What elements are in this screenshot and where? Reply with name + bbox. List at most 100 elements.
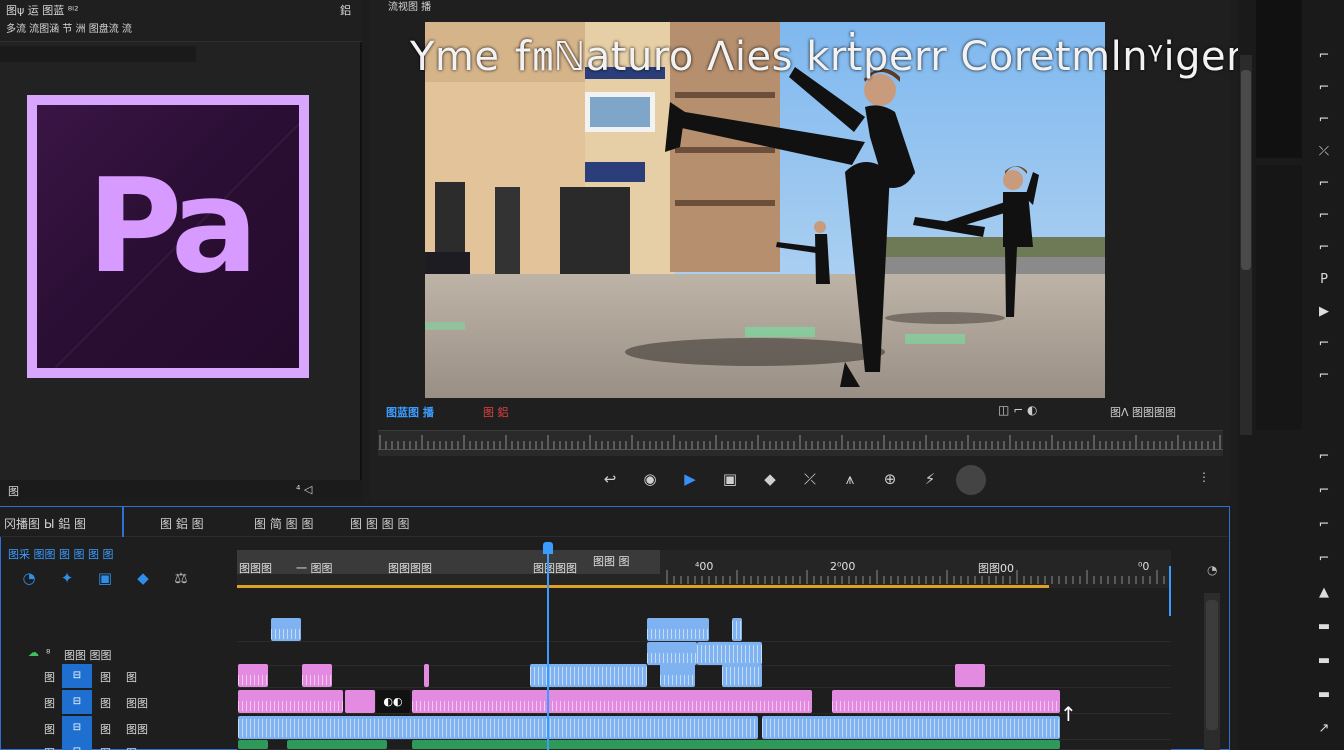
ruler-label: 一 图图 <box>296 562 333 575</box>
loop-button[interactable]: ◉ <box>630 462 670 496</box>
audio-clip[interactable] <box>762 716 1060 739</box>
track-target-toggle[interactable]: ⊟ <box>62 690 92 714</box>
track-name: 图 <box>44 723 55 736</box>
tool-icon[interactable]: ⌐ <box>1306 200 1342 232</box>
project-panel-footer: 图 ⁴ ◁ <box>0 480 362 500</box>
wrench-icon[interactable]: ◆ <box>124 569 162 587</box>
work-area-bar[interactable] <box>237 585 1049 588</box>
timeline-clip[interactable] <box>238 664 268 687</box>
timeline-clip[interactable] <box>660 664 695 687</box>
timeline-clip[interactable] <box>832 690 1060 713</box>
fit-zoom-label[interactable]: 图 鋁 <box>483 404 509 420</box>
tool-icon[interactable]: ⌐ <box>1306 360 1342 392</box>
monitor-scrollbar-thumb[interactable] <box>1241 70 1251 270</box>
add-marker-icon[interactable]: ▣ <box>86 569 124 587</box>
track-target-toggle[interactable]: ⊟ <box>62 716 92 740</box>
project-search-bar[interactable] <box>0 46 196 62</box>
track-lane-v1: ◐◐ <box>237 690 1171 714</box>
step-back-button[interactable]: ↩ <box>590 462 630 496</box>
tool-icon[interactable]: ⌐ <box>1306 232 1342 264</box>
track-label-2: 图图 <box>126 723 148 736</box>
timeline-clip[interactable] <box>732 618 742 641</box>
track-header-a2[interactable]: 图 ⊟ 图 图 <box>0 740 236 750</box>
export-frame-button[interactable]: ⚡ <box>910 462 950 496</box>
meter-icon[interactable]: ▬ <box>1306 610 1342 644</box>
ruler-label: ⁴00 <box>695 560 714 573</box>
timeline-playhead[interactable] <box>547 544 549 750</box>
captions-icon[interactable]: ⚖ <box>162 569 200 587</box>
tool-icon[interactable]: ⌐ <box>1306 168 1342 200</box>
mouse-cursor: ↑ <box>1060 702 1077 726</box>
timeline-clip[interactable] <box>424 664 429 687</box>
playhead-handle[interactable] <box>543 542 553 554</box>
marker-button[interactable]: ◆ <box>750 462 790 496</box>
tab-sequence[interactable]: 冈播图 Ы 鋁 图 <box>4 515 86 532</box>
lift-button[interactable]: ⤫ <box>790 462 830 496</box>
tab-markers[interactable]: 图 简 图 图 <box>254 515 313 532</box>
duration-timecode: 图Λ 图图图图 <box>1110 406 1177 419</box>
timeline-clip[interactable] <box>238 690 343 713</box>
timeline-clip[interactable] <box>722 664 762 687</box>
ruler-settings-icon[interactable]: ◔ <box>1207 563 1217 577</box>
track-header-a1[interactable]: 图 ⊟ 图 图图 <box>0 716 236 740</box>
timeline-clip[interactable] <box>302 664 332 687</box>
audio-clip[interactable] <box>238 716 758 739</box>
timeline-clip[interactable] <box>647 642 697 665</box>
timeline-clip[interactable] <box>697 642 762 665</box>
record-button[interactable] <box>956 464 986 495</box>
track-target-toggle[interactable]: ⊟ <box>62 740 92 750</box>
project-header-line2[interactable]: 多流 流图涵 节 洲 图盘流 流 <box>6 20 132 35</box>
linked-selection-icon[interactable]: ✦ <box>48 569 86 587</box>
tab-history[interactable]: 图 图 图 图 <box>350 515 409 532</box>
play-button[interactable]: ▶ <box>670 462 710 496</box>
clip-badge[interactable]: ◐◐ <box>376 690 410 713</box>
track-lane-v2 <box>237 664 1171 688</box>
track-header-v1[interactable]: 图 ⊟ 图 图图 <box>0 690 236 714</box>
tool-icon[interactable]: ⌐ <box>1306 440 1342 474</box>
track-header-v2[interactable]: 图 ⊟ 图 图 <box>0 664 236 688</box>
audio-clip[interactable] <box>412 740 1060 749</box>
tool-icon[interactable]: ⌐ <box>1306 508 1342 542</box>
tab-effects[interactable]: 图 鋁 图 <box>160 515 204 532</box>
timeline-clip[interactable] <box>955 664 985 687</box>
timeline-scrollbar-thumb[interactable] <box>1206 600 1218 730</box>
add-button[interactable]: ⊕ <box>870 462 910 496</box>
track-label: 图图 图图 <box>64 649 112 662</box>
razor-tool-icon[interactable]: ⤫ <box>1306 136 1342 168</box>
playhead-timecode[interactable]: 图蓝图 播 <box>386 404 434 420</box>
project-footer-right[interactable]: ⁴ ◁ <box>296 483 312 496</box>
pen-tool-icon[interactable]: P <box>1306 264 1342 296</box>
track-label-2: 图图 <box>126 697 148 710</box>
tool-icon[interactable]: ⌐ <box>1306 474 1342 508</box>
pin-icon[interactable]: ↗ <box>1306 712 1342 746</box>
stop-button[interactable]: ▣ <box>710 462 750 496</box>
tool-icon[interactable]: ⌐ <box>1306 542 1342 576</box>
triangle-tool-icon[interactable]: ▲ <box>1306 576 1342 610</box>
timeline-clip[interactable] <box>345 690 375 713</box>
monitor-header-label: 流视图 播 <box>388 2 432 13</box>
timeline-clip[interactable] <box>647 618 709 641</box>
play-tool-icon[interactable]: ▶ <box>1306 296 1342 328</box>
meter-icon[interactable]: ▬ <box>1306 678 1342 712</box>
video-title-overlay: Yme ㎙ℕaturo Ʌies krṫperr Coretmlnᵞigem <box>410 34 1266 80</box>
track-target-toggle[interactable]: ⊟ <box>62 664 92 688</box>
meter-icon[interactable]: ▬ <box>1306 644 1342 678</box>
monitor-time-ruler[interactable] <box>378 430 1223 456</box>
monitor-settings-icons[interactable]: ◫ ⌐ ◐ <box>998 403 1038 417</box>
transport-more-icon[interactable]: ⋮ <box>1198 470 1210 484</box>
track-header-v3[interactable]: ☁ ⁸ 图图 图图 <box>0 642 236 666</box>
timeline-clip[interactable] <box>271 618 301 641</box>
timeline-clip[interactable] <box>412 690 812 713</box>
transport-controls: ↩ ◉ ▶ ▣ ◆ ⤫ ⩚ ⊕ ⚡ <box>590 462 1030 496</box>
audio-clip[interactable] <box>238 740 268 749</box>
tool-icon[interactable]: ⌐ <box>1306 72 1342 104</box>
snap-icon[interactable]: ◔ <box>10 569 48 587</box>
tool-icon[interactable]: ⌐ <box>1306 328 1342 360</box>
tool-icon[interactable]: ⌐ <box>1306 104 1342 136</box>
track-visibility-icon[interactable]: ☁ <box>28 646 39 659</box>
tool-icon[interactable]: ⌐ <box>1306 40 1342 72</box>
timeline-tool-row: ◔ ✦ ▣ ◆ ⚖ <box>10 568 210 592</box>
extract-button[interactable]: ⩚ <box>830 462 870 496</box>
tab-active-separator <box>122 507 124 537</box>
audio-clip[interactable] <box>287 740 387 749</box>
